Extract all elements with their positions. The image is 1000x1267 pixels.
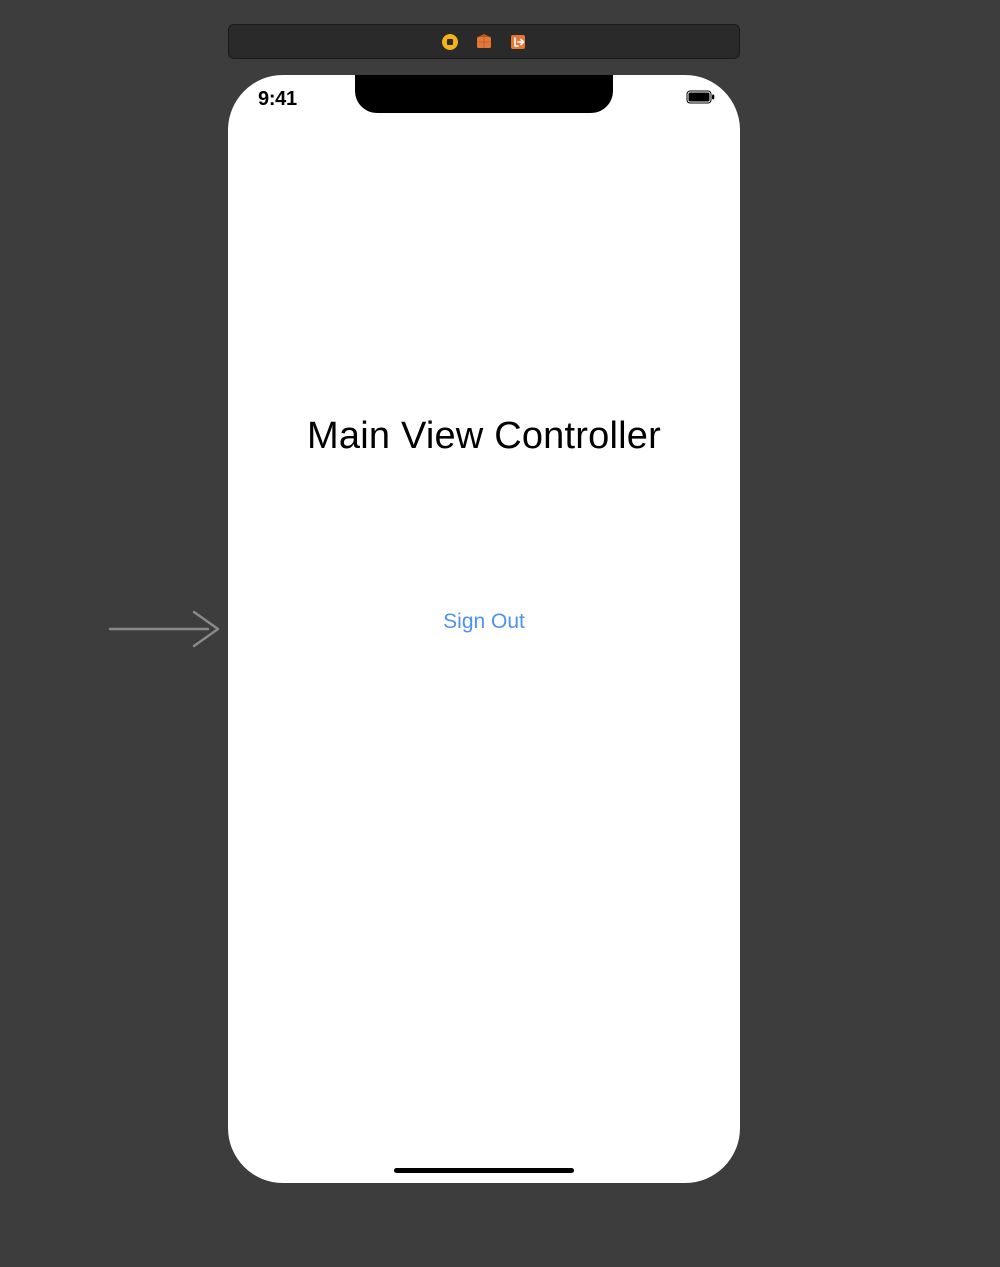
device-notch [355,75,613,113]
view-controller-icon[interactable] [441,33,459,51]
title-label: Main View Controller [228,415,740,458]
initial-view-arrow-icon [108,606,226,652]
battery-icon [686,90,716,109]
first-responder-icon[interactable] [475,33,493,51]
device-frame: 9:41 Main View Controller Sign Out [228,75,740,1183]
device-screen: 9:41 Main View Controller Sign Out [228,75,740,1183]
status-time: 9:41 [258,88,297,111]
scene-dock [228,24,740,59]
sign-out-button[interactable]: Sign Out [228,610,740,634]
exit-icon[interactable] [509,33,527,51]
home-indicator [394,1168,574,1173]
view-controller-scene: Main View Controller Sign Out [228,75,740,1183]
